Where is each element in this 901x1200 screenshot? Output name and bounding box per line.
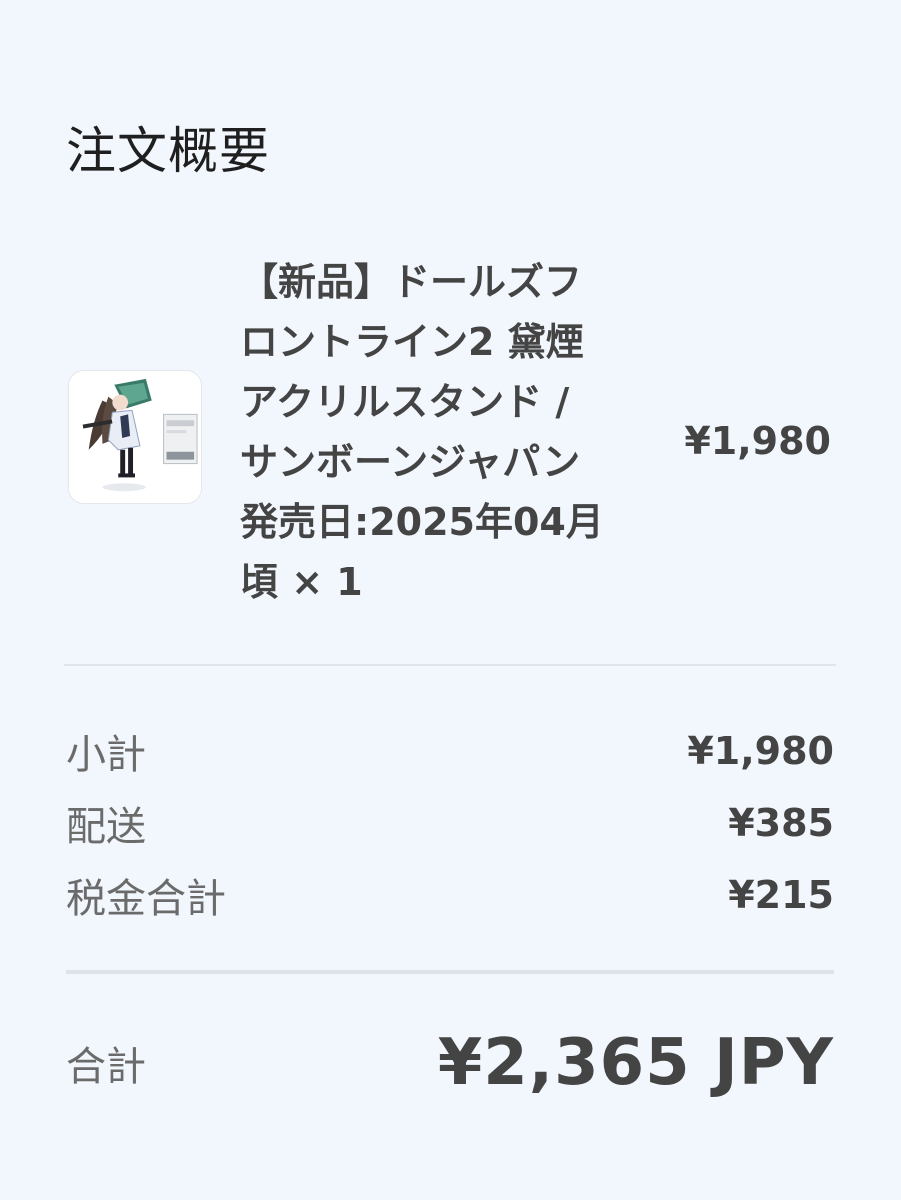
shipping-row: 配送 ¥385 <box>66 794 834 852</box>
product-thumbnail[interactable] <box>68 370 202 504</box>
tax-row: 税金合計 ¥215 <box>66 866 834 924</box>
product-image <box>69 371 201 503</box>
order-summary-title: 注文概要 <box>66 122 270 180</box>
total-value: ¥2,365 JPY <box>437 1026 834 1100</box>
shipping-label: 配送 <box>66 804 146 850</box>
subtotal-value: ¥1,980 <box>687 729 834 773</box>
tax-value: ¥215 <box>728 873 834 917</box>
product-name: 【新品】ドールズフ ロントライン2 黛煙 アクリルスタンド / サンボーンジャパ… <box>240 260 604 604</box>
subtotal-row: 小計 ¥1,980 <box>66 722 834 780</box>
product-price: ¥1,980 <box>684 419 831 463</box>
divider <box>64 664 836 666</box>
subtotal-label: 小計 <box>66 732 146 778</box>
divider <box>66 970 834 974</box>
shipping-value: ¥385 <box>728 801 834 845</box>
total-row: 合計 ¥2,365 JPY <box>66 1018 834 1108</box>
total-label: 合計 <box>66 1044 146 1090</box>
tax-label: 税金合計 <box>66 876 226 922</box>
